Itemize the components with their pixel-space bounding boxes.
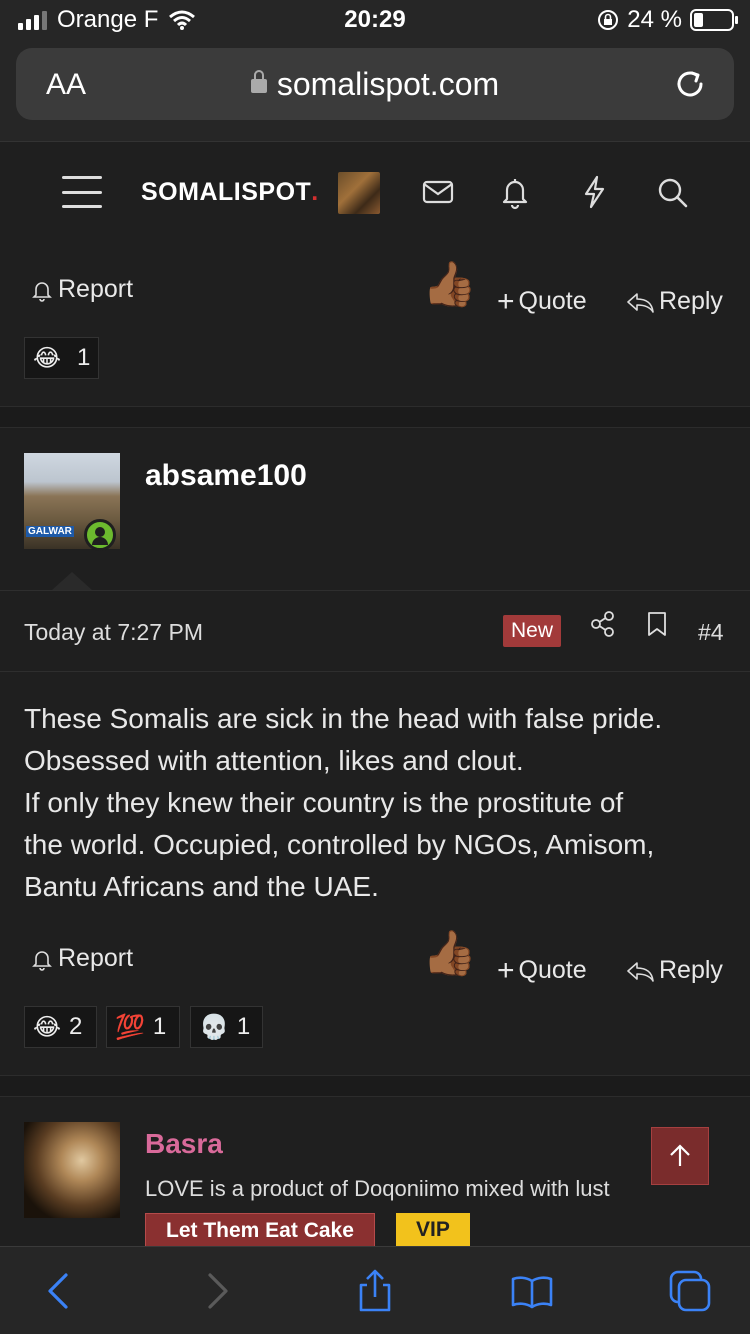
post-line: If only they knew their country is the p… — [24, 787, 624, 818]
status-bar: Orange F 20:29 24 % — [0, 0, 750, 40]
quote-label: Quote — [518, 956, 587, 984]
bell-icon[interactable] — [495, 172, 535, 212]
search-icon[interactable] — [652, 172, 692, 212]
site-logo-text: SOMALISPOT — [141, 178, 312, 206]
rotation-lock-icon — [598, 10, 619, 30]
reply-arrow-icon — [627, 961, 654, 982]
tabs-icon[interactable] — [668, 1269, 712, 1313]
hundred-emoji-icon: 💯 — [115, 1013, 145, 1041]
user-title: LOVE is a product of Doqoniimo mixed wit… — [145, 1176, 610, 1201]
vip-badge: VIP — [396, 1213, 470, 1247]
bell-icon — [32, 950, 52, 971]
site-header: SOMALISPOT. — [0, 142, 750, 242]
site-logo[interactable]: SOMALISPOT. — [141, 178, 319, 207]
quote-button[interactable]: + Quote — [497, 284, 587, 318]
reload-icon[interactable] — [670, 64, 710, 104]
post-separator — [0, 1075, 750, 1097]
username[interactable]: absame100 — [145, 459, 307, 493]
message-pointer — [52, 572, 92, 590]
battery-icon — [690, 9, 738, 31]
user-banner: Let Them Eat Cake — [145, 1213, 375, 1247]
reaction-count: 1 — [236, 1013, 251, 1040]
new-badge: New — [503, 615, 562, 647]
bolt-icon[interactable] — [574, 172, 614, 212]
plus-icon: + — [497, 953, 515, 987]
bell-icon — [32, 281, 52, 302]
post-line: Bantu Africans and the UAE. — [24, 871, 379, 902]
menu-icon[interactable] — [62, 176, 102, 208]
arrow-up-icon — [670, 1144, 690, 1166]
share-icon[interactable] — [588, 609, 618, 639]
user-avatar[interactable] — [338, 172, 380, 214]
post-line: the world. Occupied, controlled by NGOs,… — [24, 829, 655, 860]
report-label: Report — [58, 944, 134, 972]
address-bar[interactable]: AA somalispot.com — [16, 48, 734, 120]
bookmarks-icon[interactable] — [510, 1269, 554, 1313]
reaction-count: 2 — [69, 1013, 83, 1040]
share-icon[interactable] — [353, 1269, 397, 1313]
reaction-summary[interactable]: 😂 2 — [24, 1006, 97, 1048]
reply-button[interactable]: Reply — [625, 287, 723, 316]
like-thumb-icon[interactable]: 👍🏾 — [422, 927, 477, 979]
post-line: Obsessed with attention, likes and clout… — [24, 745, 524, 776]
like-thumb-icon[interactable]: 👍🏾 — [422, 258, 477, 310]
skull-emoji-icon: 💀 — [199, 1013, 229, 1041]
reply-button[interactable]: Reply — [625, 956, 723, 985]
post-number[interactable]: #4 — [698, 619, 724, 646]
bookmark-icon[interactable] — [642, 609, 672, 639]
post-meta: Today at 7:27 PM New #4 — [0, 590, 750, 672]
post-body: These Somalis are sick in the head with … — [24, 698, 724, 908]
avatar-watermark: GALWAR — [26, 526, 74, 537]
post-line: These Somalis are sick in the head with … — [24, 703, 663, 734]
browser-address-area: AA somalispot.com — [0, 40, 750, 142]
avatar[interactable] — [24, 1122, 120, 1218]
reaction-count: 1 — [77, 344, 91, 371]
forward-icon[interactable] — [196, 1269, 240, 1313]
report-link[interactable]: Report — [30, 275, 133, 304]
back-icon[interactable] — [36, 1269, 80, 1313]
reaction-summary[interactable]: 💀 1 — [190, 1006, 263, 1048]
quote-label: Quote — [518, 287, 587, 315]
url-display[interactable]: somalispot.com — [16, 66, 734, 103]
reaction-summary[interactable]: 😂 1 — [24, 337, 100, 379]
plus-icon: + — [497, 284, 515, 318]
online-status-icon — [84, 519, 116, 551]
reaction-count: 1 — [152, 1013, 167, 1040]
url-text: somalispot.com — [276, 66, 500, 102]
report-label: Report — [58, 275, 134, 303]
laughing-emoji-icon: 😂 — [33, 344, 62, 372]
battery-percent: 24 % — [627, 6, 682, 33]
lock-icon — [250, 70, 267, 93]
battery-info: 24 % — [597, 6, 738, 34]
username[interactable]: Basra — [145, 1128, 223, 1160]
scroll-to-top-button[interactable] — [651, 1127, 709, 1185]
browser-toolbar — [0, 1246, 750, 1334]
inbox-icon[interactable] — [418, 172, 458, 212]
reply-label: Reply — [659, 956, 723, 984]
report-link[interactable]: Report — [30, 944, 133, 973]
laughing-emoji-icon: 😂 — [33, 1013, 62, 1041]
post-user-header: GALWAR absame100 — [0, 429, 750, 590]
reaction-summary[interactable]: 💯 1 — [106, 1006, 180, 1048]
reply-label: Reply — [659, 287, 723, 315]
reply-arrow-icon — [627, 292, 654, 313]
post-date[interactable]: Today at 7:27 PM — [24, 619, 203, 646]
quote-button[interactable]: + Quote — [497, 953, 587, 987]
post-separator — [0, 406, 750, 428]
